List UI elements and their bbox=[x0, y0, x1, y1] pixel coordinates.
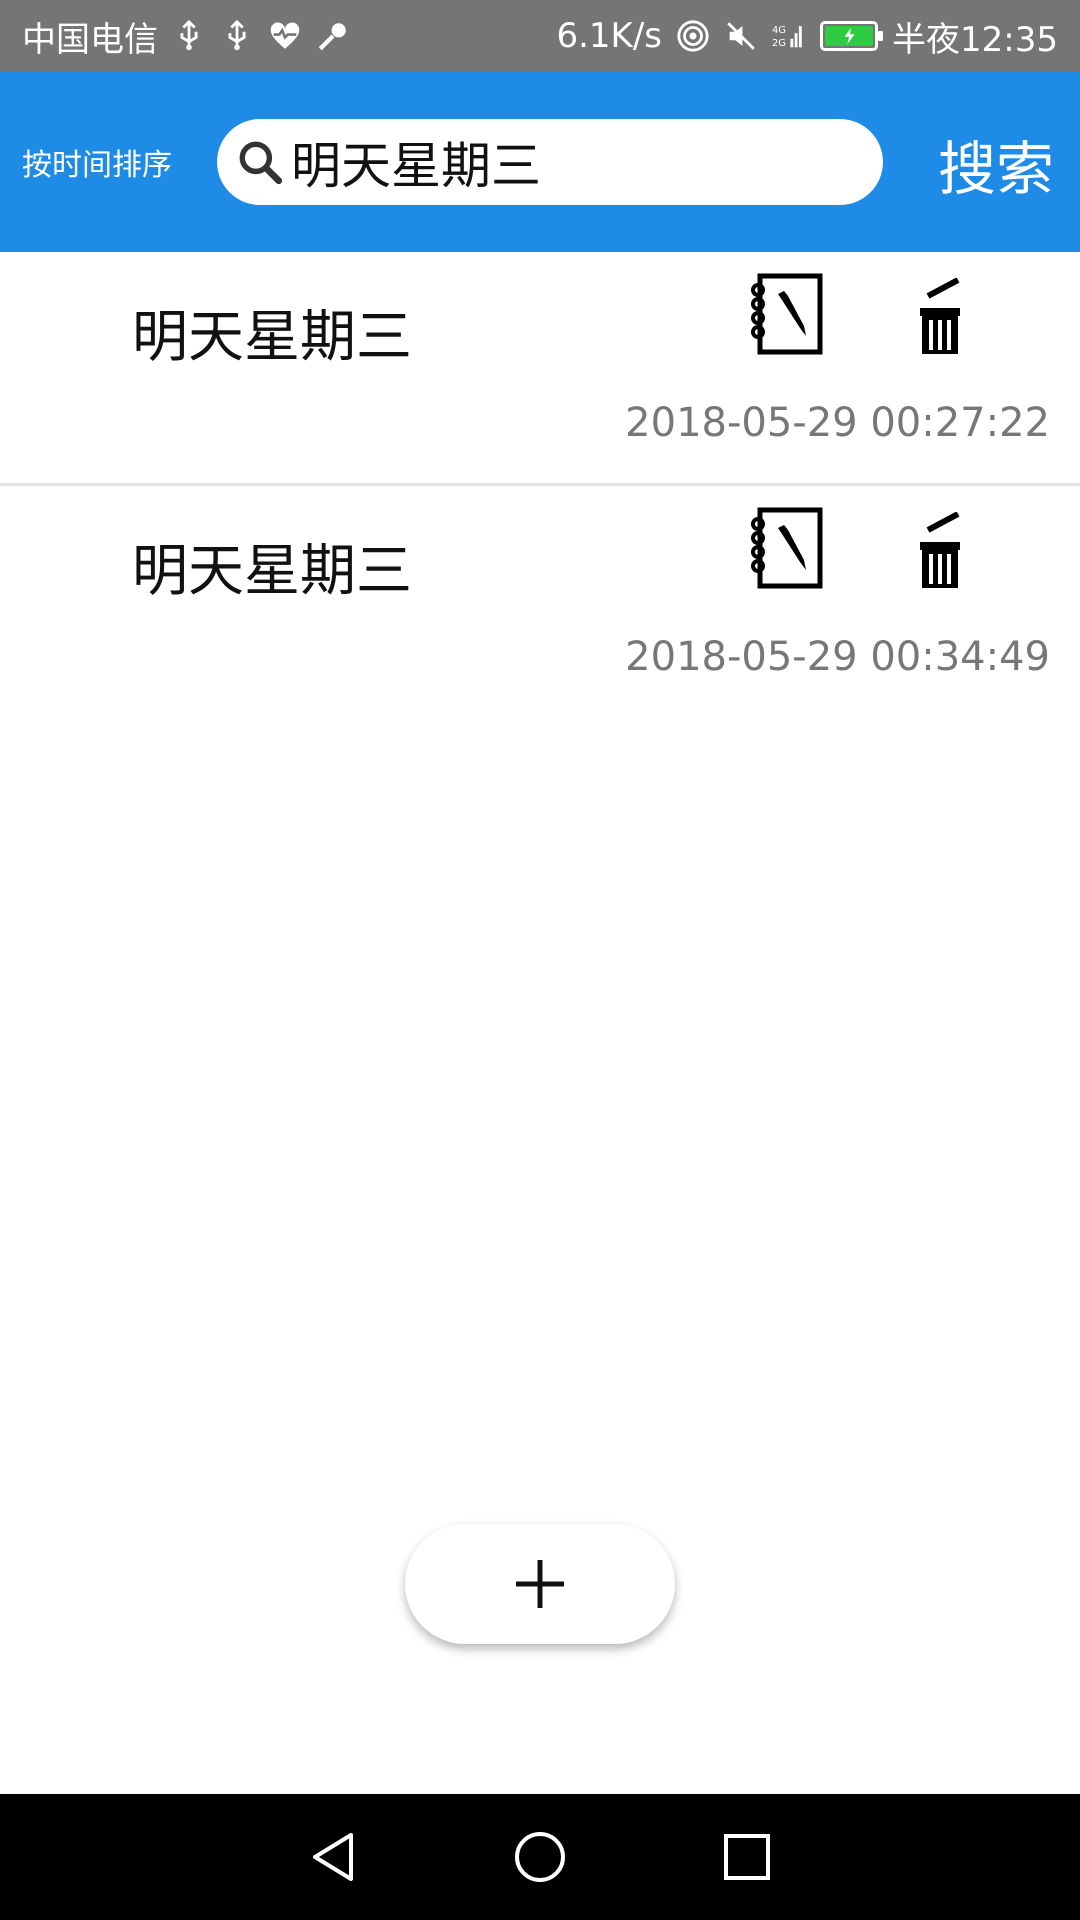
carrier-label: 中国电信 bbox=[22, 19, 158, 60]
note-list: 明天星期三 2018-05-29 00:27:22 明天星期三 2018-05-… bbox=[0, 252, 1080, 720]
edit-button[interactable] bbox=[748, 272, 828, 358]
heart-rate-icon bbox=[268, 19, 302, 53]
network-speed: 6.1K/s bbox=[556, 16, 663, 56]
usb-icon bbox=[172, 19, 206, 53]
list-item[interactable]: 明天星期三 bbox=[0, 252, 1080, 486]
usb-icon bbox=[220, 19, 254, 53]
signal-icon: 4G 2G bbox=[772, 19, 806, 53]
trash-icon bbox=[920, 511, 960, 588]
clock: 半夜12:35 bbox=[892, 19, 1058, 60]
trash-icon bbox=[920, 277, 960, 354]
navigation-bar bbox=[0, 1794, 1080, 1920]
status-right: 6.1K/s 4G 2G 半夜12:35 bbox=[556, 12, 1058, 61]
plus-icon bbox=[516, 1560, 564, 1608]
list-item[interactable]: 明天星期三 bbox=[0, 486, 1080, 720]
search-button[interactable]: 搜索 bbox=[938, 122, 1054, 206]
mute-icon bbox=[724, 19, 758, 53]
status-left: 中国电信 bbox=[22, 12, 350, 61]
note-timestamp: 2018-05-29 00:27:22 bbox=[625, 400, 1050, 446]
note-title: 明天星期三 bbox=[132, 305, 412, 370]
hotspot-icon bbox=[676, 19, 710, 53]
search-input[interactable] bbox=[291, 133, 851, 191]
back-icon bbox=[313, 1833, 354, 1881]
note-timestamp: 2018-05-29 00:34:49 bbox=[625, 634, 1050, 680]
note-title: 明天星期三 bbox=[132, 539, 412, 604]
delete-button[interactable] bbox=[910, 277, 970, 358]
svg-text:4G: 4G bbox=[772, 25, 786, 36]
search-icon bbox=[239, 141, 283, 185]
edit-button[interactable] bbox=[748, 506, 828, 592]
notebook-edit-icon bbox=[751, 273, 823, 355]
back-button[interactable] bbox=[303, 1827, 363, 1887]
home-button[interactable] bbox=[510, 1827, 570, 1887]
recents-icon bbox=[723, 1834, 770, 1880]
search-box[interactable] bbox=[217, 119, 883, 205]
screen: 中国电信 6.1K/s 4G 2G 半夜12:35 按时间排序 明天星期三 搜索… bbox=[0, 0, 1080, 1920]
delete-button[interactable] bbox=[910, 511, 970, 592]
recents-button[interactable] bbox=[717, 1827, 777, 1887]
app-bar: 按时间排序 搜索 bbox=[0, 72, 1080, 252]
status-bar: 中国电信 6.1K/s 4G 2G 半夜12:35 bbox=[0, 0, 1080, 72]
sort-by-time-button[interactable]: 按时间排序 bbox=[22, 140, 202, 184]
key-icon bbox=[316, 19, 350, 53]
home-icon bbox=[514, 1832, 565, 1882]
battery-icon bbox=[820, 21, 884, 51]
notebook-edit-icon bbox=[751, 507, 823, 589]
svg-text:2G: 2G bbox=[772, 38, 786, 49]
add-note-button[interactable] bbox=[405, 1524, 675, 1644]
